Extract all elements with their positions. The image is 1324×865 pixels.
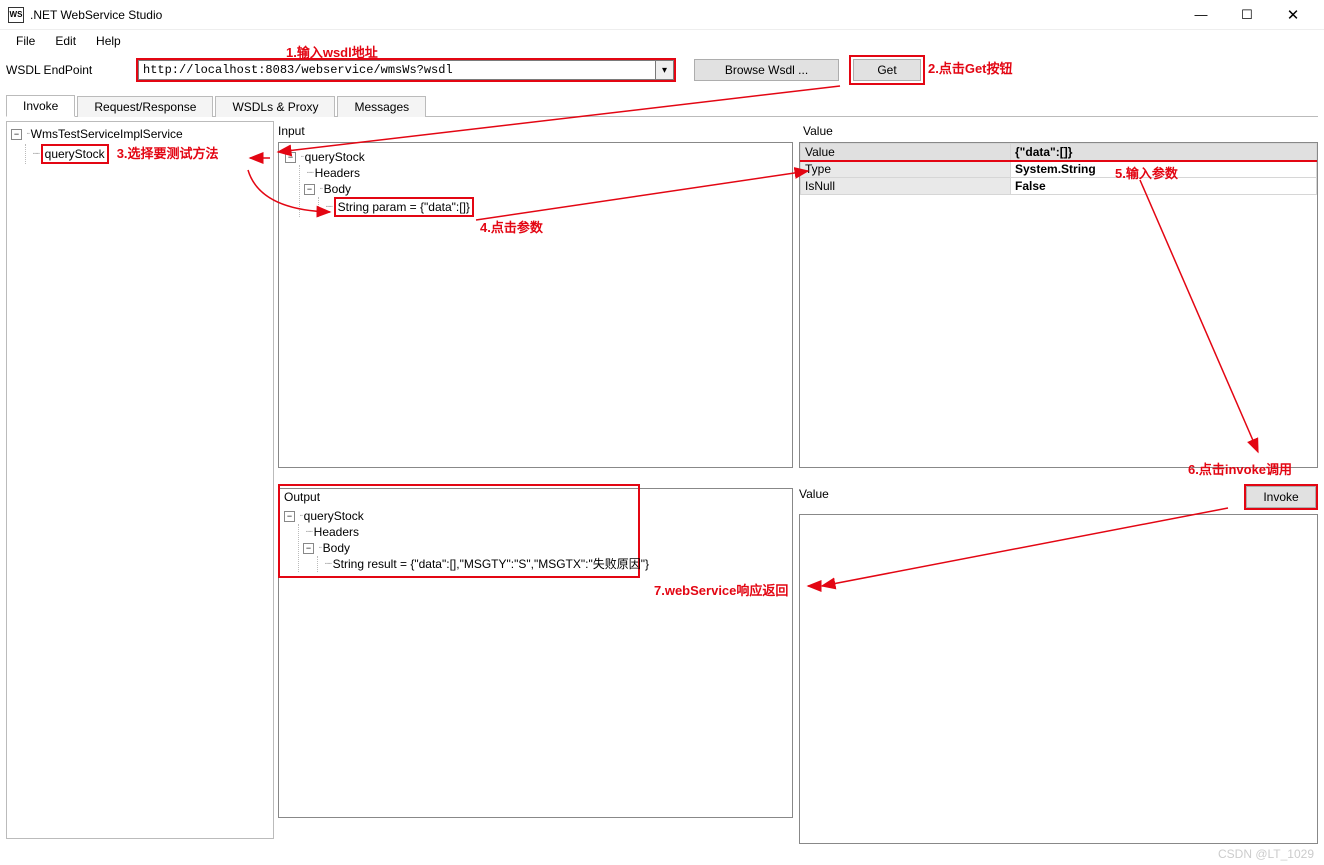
annotation-2: 2.点击Get按钮 xyxy=(928,58,1013,77)
prop-value: False xyxy=(1011,178,1317,195)
minimize-button[interactable]: — xyxy=(1178,0,1224,30)
tab-messages[interactable]: Messages xyxy=(337,96,426,117)
prop-name: Value xyxy=(801,144,1011,161)
close-button[interactable]: ✕ xyxy=(1270,0,1316,30)
output-headers[interactable]: Headers xyxy=(314,524,359,540)
tab-row: Invoke Request/Response WSDLs & Proxy Me… xyxy=(6,94,1318,117)
collapse-icon[interactable]: − xyxy=(11,129,22,140)
wsdl-url-combo[interactable]: ▾ xyxy=(136,58,676,82)
prop-row-isnull[interactable]: IsNull False xyxy=(801,178,1317,195)
get-button[interactable]: Get xyxy=(853,59,921,81)
prop-name: Type xyxy=(801,161,1011,178)
dropdown-icon[interactable]: ▾ xyxy=(656,60,674,80)
input-panel: − ·· queryStock ····· Headers − ·· xyxy=(278,142,793,468)
service-name: WmsTestServiceImplService xyxy=(31,126,183,142)
output-tree-root[interactable]: − ·· queryStock xyxy=(284,508,634,524)
wsdl-url-input[interactable] xyxy=(138,60,656,80)
output-body[interactable]: Body xyxy=(323,540,350,556)
output-root-name: queryStock xyxy=(304,508,364,524)
prop-name: IsNull xyxy=(801,178,1011,195)
app-icon: WS xyxy=(8,7,24,23)
input-param[interactable]: String param = {"data":[]} xyxy=(334,197,474,217)
tree-connector-icon: ····· xyxy=(32,146,39,162)
watermark: CSDN @LT_1029 xyxy=(1218,847,1314,861)
value-label: Value xyxy=(799,121,1318,142)
collapse-icon[interactable]: − xyxy=(284,511,295,522)
prop-value: System.String xyxy=(1011,161,1317,178)
tree-connector-icon: ····· xyxy=(305,524,312,540)
tab-wsdls-proxy[interactable]: WSDLs & Proxy xyxy=(215,96,335,117)
method-querystock[interactable]: queryStock xyxy=(41,144,109,164)
prop-row-value[interactable]: Value {"data":[]} xyxy=(801,144,1317,161)
output-result[interactable]: String result = {"data":[],"MSGTY":"S","… xyxy=(333,556,649,572)
value-panel: Value {"data":[]} Type System.String IsN… xyxy=(799,142,1318,468)
menu-help[interactable]: Help xyxy=(86,32,131,50)
collapse-icon[interactable]: − xyxy=(285,152,296,163)
window-title: .NET WebService Studio xyxy=(30,8,1178,22)
menu-file[interactable]: File xyxy=(6,32,45,50)
browse-wsdl-button[interactable]: Browse Wsdl ... xyxy=(694,59,839,81)
prop-value[interactable]: {"data":[]} xyxy=(1011,144,1317,161)
endpoint-row: WSDL EndPoint ▾ Browse Wsdl ... Get 2.点击… xyxy=(0,52,1324,94)
input-headers[interactable]: Headers xyxy=(315,165,360,181)
titlebar: WS .NET WebService Studio — ☐ ✕ xyxy=(0,0,1324,30)
annotation-3: 3.选择要测试方法 xyxy=(117,146,219,162)
input-label: Input xyxy=(274,121,793,142)
endpoint-label: WSDL EndPoint xyxy=(6,63,136,77)
tab-request-response[interactable]: Request/Response xyxy=(77,96,213,117)
tree-connector-icon: ····· xyxy=(324,556,331,572)
output-label: Output xyxy=(284,490,634,508)
menu-edit[interactable]: Edit xyxy=(45,32,86,50)
input-body[interactable]: Body xyxy=(324,181,351,197)
menubar: File Edit Help xyxy=(0,30,1324,52)
invoke-button[interactable]: Invoke xyxy=(1246,486,1316,508)
prop-row-type[interactable]: Type System.String xyxy=(801,161,1317,178)
main-area: − ·· WmsTestServiceImplService ····· que… xyxy=(6,121,1318,839)
value2-label: Value xyxy=(799,484,1244,510)
tree-connector-icon: ····· xyxy=(325,199,332,215)
output-box: Output − ·· queryStock ····· Headers xyxy=(278,484,640,578)
maximize-button[interactable]: ☐ xyxy=(1224,0,1270,30)
service-tree-panel: − ·· WmsTestServiceImplService ····· que… xyxy=(6,121,274,839)
collapse-icon[interactable]: − xyxy=(303,543,314,554)
value2-panel xyxy=(799,514,1318,844)
tree-connector-icon: ····· xyxy=(306,165,313,181)
input-root-name: queryStock xyxy=(305,149,365,165)
tab-invoke[interactable]: Invoke xyxy=(6,95,75,117)
service-tree-root[interactable]: − ·· WmsTestServiceImplService xyxy=(11,126,269,142)
collapse-icon[interactable]: − xyxy=(304,184,315,195)
input-tree-root[interactable]: − ·· queryStock xyxy=(285,149,786,165)
